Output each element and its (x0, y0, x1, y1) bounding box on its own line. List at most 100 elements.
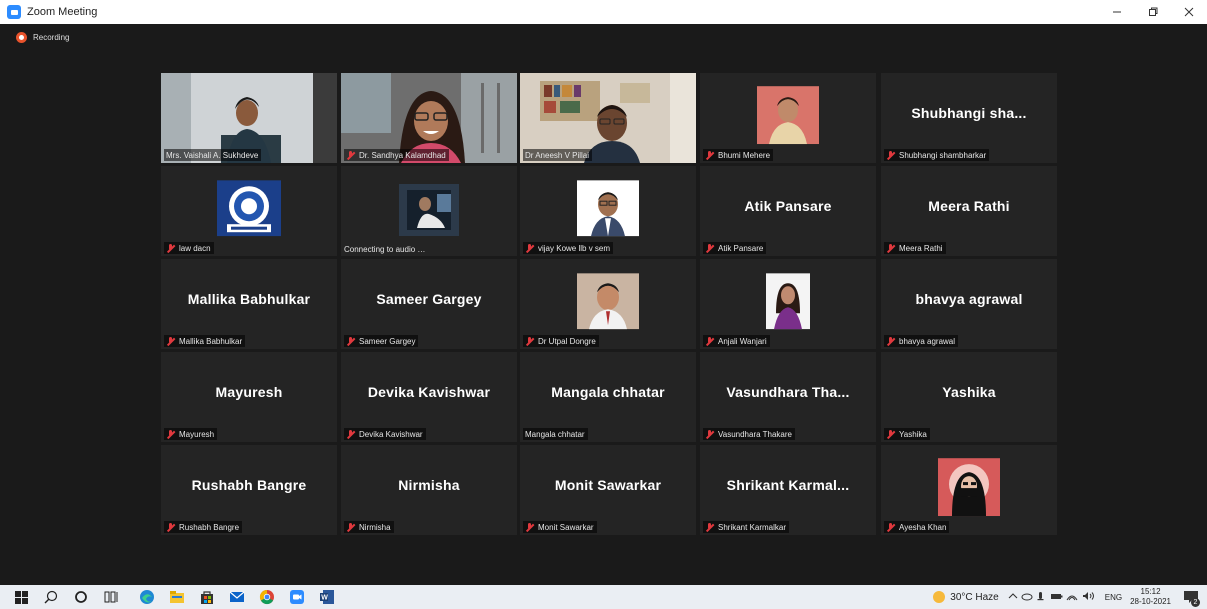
participant-display-name: Shrikant Karmal... (726, 477, 850, 493)
muted-mic-icon (346, 522, 355, 532)
participant-tile[interactable]: Shubhangi sha... Shubhangi shambharkar (881, 73, 1057, 163)
participant-display-name: bhavya agrawal (915, 291, 1023, 307)
language-indicator[interactable]: ENG (1105, 593, 1122, 602)
participant-tile[interactable]: Dr Utpal Dongre (520, 259, 696, 349)
participant-name-label: Ayesha Khan (899, 522, 947, 532)
participant-display-name: Rushabh Bangre (191, 477, 307, 493)
task-view-icon[interactable] (96, 585, 126, 609)
participant-tile[interactable]: Shrikant Karmal... Shrikant Karmalkar (700, 445, 876, 535)
close-button[interactable] (1171, 0, 1207, 24)
participant-name-label: Mallika Babhulkar (179, 336, 243, 346)
edge-icon[interactable] (132, 585, 162, 609)
system-tray: 30°C Haze ENG 15:12 28-10-2021 2 (933, 585, 1207, 609)
chrome-icon[interactable] (252, 585, 282, 609)
windows-taskbar: W 30°C Haze ENG 15:12 28-10-2021 2 (0, 585, 1207, 609)
participant-tile[interactable]: Bhumi Mehere (700, 73, 876, 163)
participant-name-label: Dr Utpal Dongre (538, 336, 596, 346)
file-explorer-icon[interactable] (162, 585, 192, 609)
muted-mic-icon (705, 150, 714, 160)
participant-tile[interactable]: Meera Rathi Meera Rathi (881, 166, 1057, 256)
muted-mic-icon (166, 522, 175, 532)
participant-tile[interactable]: Rushabh Bangre Rushabh Bangre (161, 445, 337, 535)
participant-tile[interactable]: Devika Kavishwar Devika Kavishwar (341, 352, 517, 442)
participant-display-name: Vasundhara Tha... (726, 384, 850, 400)
participant-tile[interactable]: Mayuresh Mayuresh (161, 352, 337, 442)
recording-label: Recording (33, 33, 70, 42)
cortana-icon[interactable] (66, 585, 96, 609)
weather-text: 30°C Haze (950, 591, 999, 603)
muted-mic-icon (346, 150, 355, 160)
zoom-icon[interactable] (282, 585, 312, 609)
participant-tile[interactable]: Anjali Wanjari (700, 259, 876, 349)
participant-name-label: Shrikant Karmalkar (718, 522, 787, 532)
muted-mic-icon (525, 243, 534, 253)
connecting-audio-label: Connecting to audio … (344, 245, 425, 254)
recording-indicator[interactable]: Recording (16, 32, 69, 43)
participant-name-tag: Mayuresh (164, 428, 218, 440)
participant-name-label: Mangala chhatar (525, 429, 585, 439)
participant-name-label: Vasundhara Thakare (718, 429, 792, 439)
store-icon[interactable] (192, 585, 222, 609)
participant-tile[interactable]: Yashika Yashika (881, 352, 1057, 442)
svg-text:W: W (321, 595, 328, 602)
participant-tile[interactable]: Mallika Babhulkar Mallika Babhulkar (161, 259, 337, 349)
participant-name-tag: law dacn (164, 242, 214, 254)
word-icon[interactable]: W (312, 585, 342, 609)
participant-tile[interactable]: Nirmisha Nirmisha (341, 445, 517, 535)
participant-tile[interactable]: law dacn (161, 166, 337, 256)
participant-tile[interactable]: vijay Kowe llb v sem (520, 166, 696, 256)
participant-name-label: vijay Kowe llb v sem (538, 243, 611, 253)
participant-tile[interactable]: Vasundhara Tha... Vasundhara Thakare (700, 352, 876, 442)
notification-count: 2 (1191, 598, 1200, 607)
participant-name-label: Atik Pansare (718, 243, 764, 253)
participant-name-label: Sameer Gargey (359, 336, 416, 346)
participant-tile[interactable]: Monit Sawarkar Monit Sawarkar (520, 445, 696, 535)
window-controls (1099, 0, 1207, 24)
muted-mic-icon (886, 522, 895, 532)
participant-display-name: Mangala chhatar (551, 384, 665, 400)
participant-name-tag: Mallika Babhulkar (164, 335, 246, 347)
participant-tile[interactable]: Connecting to audio … (341, 166, 517, 256)
participant-name-tag: Ayesha Khan (884, 521, 950, 533)
participant-tile[interactable]: Mangala chhatar Mangala chhatar (520, 352, 696, 442)
window-title: Zoom Meeting (27, 6, 98, 18)
weather-widget[interactable]: 30°C Haze (933, 591, 999, 603)
participant-name-label: Mayuresh (179, 429, 215, 439)
participant-tile[interactable]: Dr. Sandhya Kalamdhad (341, 73, 517, 163)
minimize-button[interactable] (1099, 0, 1135, 24)
participant-tile[interactable]: Sameer Gargey Sameer Gargey (341, 259, 517, 349)
mail-icon[interactable] (222, 585, 252, 609)
muted-mic-icon (346, 429, 355, 439)
muted-mic-icon (886, 429, 895, 439)
video-feed (341, 166, 517, 256)
participant-name-tag: Anjali Wanjari (703, 335, 770, 347)
participant-tile[interactable]: Dr Aneesh V Pillai (520, 73, 696, 163)
clock[interactable]: 15:12 28-10-2021 (1130, 587, 1171, 607)
muted-mic-icon (705, 429, 714, 439)
muted-mic-icon (886, 336, 895, 346)
participant-name-label: bhavya agrawal (899, 336, 956, 346)
avatar (577, 273, 639, 330)
restore-button[interactable] (1135, 0, 1171, 24)
muted-mic-icon (166, 429, 175, 439)
search-icon[interactable] (36, 585, 66, 609)
participant-name-label: Shubhangi shambharkar (899, 150, 987, 160)
participant-tile[interactable]: bhavya agrawal bhavya agrawal (881, 259, 1057, 349)
participant-display-name: Sameer Gargey (376, 291, 482, 307)
participant-name-tag: Dr Aneesh V Pillai (523, 149, 593, 161)
avatar (577, 180, 639, 237)
participant-name-tag: Atik Pansare (703, 242, 767, 254)
participant-name-label: Yashika (899, 429, 927, 439)
tray-icons[interactable] (1007, 590, 1097, 605)
participant-display-name: Atik Pansare (744, 198, 832, 214)
participant-tile[interactable]: Ayesha Khan (881, 445, 1057, 535)
participant-tile[interactable]: Atik Pansare Atik Pansare (700, 166, 876, 256)
participant-name-tag: Mangala chhatar (523, 428, 588, 440)
participant-name-tag: Shrikant Karmalkar (703, 521, 790, 533)
participant-name-label: Connecting to audio (344, 245, 416, 254)
participant-name-label: Dr Aneesh V Pillai (525, 150, 590, 160)
participant-tile[interactable]: Mrs. Vaishali A. Sukhdeve (161, 73, 337, 163)
notifications-button[interactable]: 2 (1181, 587, 1201, 607)
windows-start-icon[interactable] (6, 585, 36, 609)
participant-name-tag: Yashika (884, 428, 930, 440)
